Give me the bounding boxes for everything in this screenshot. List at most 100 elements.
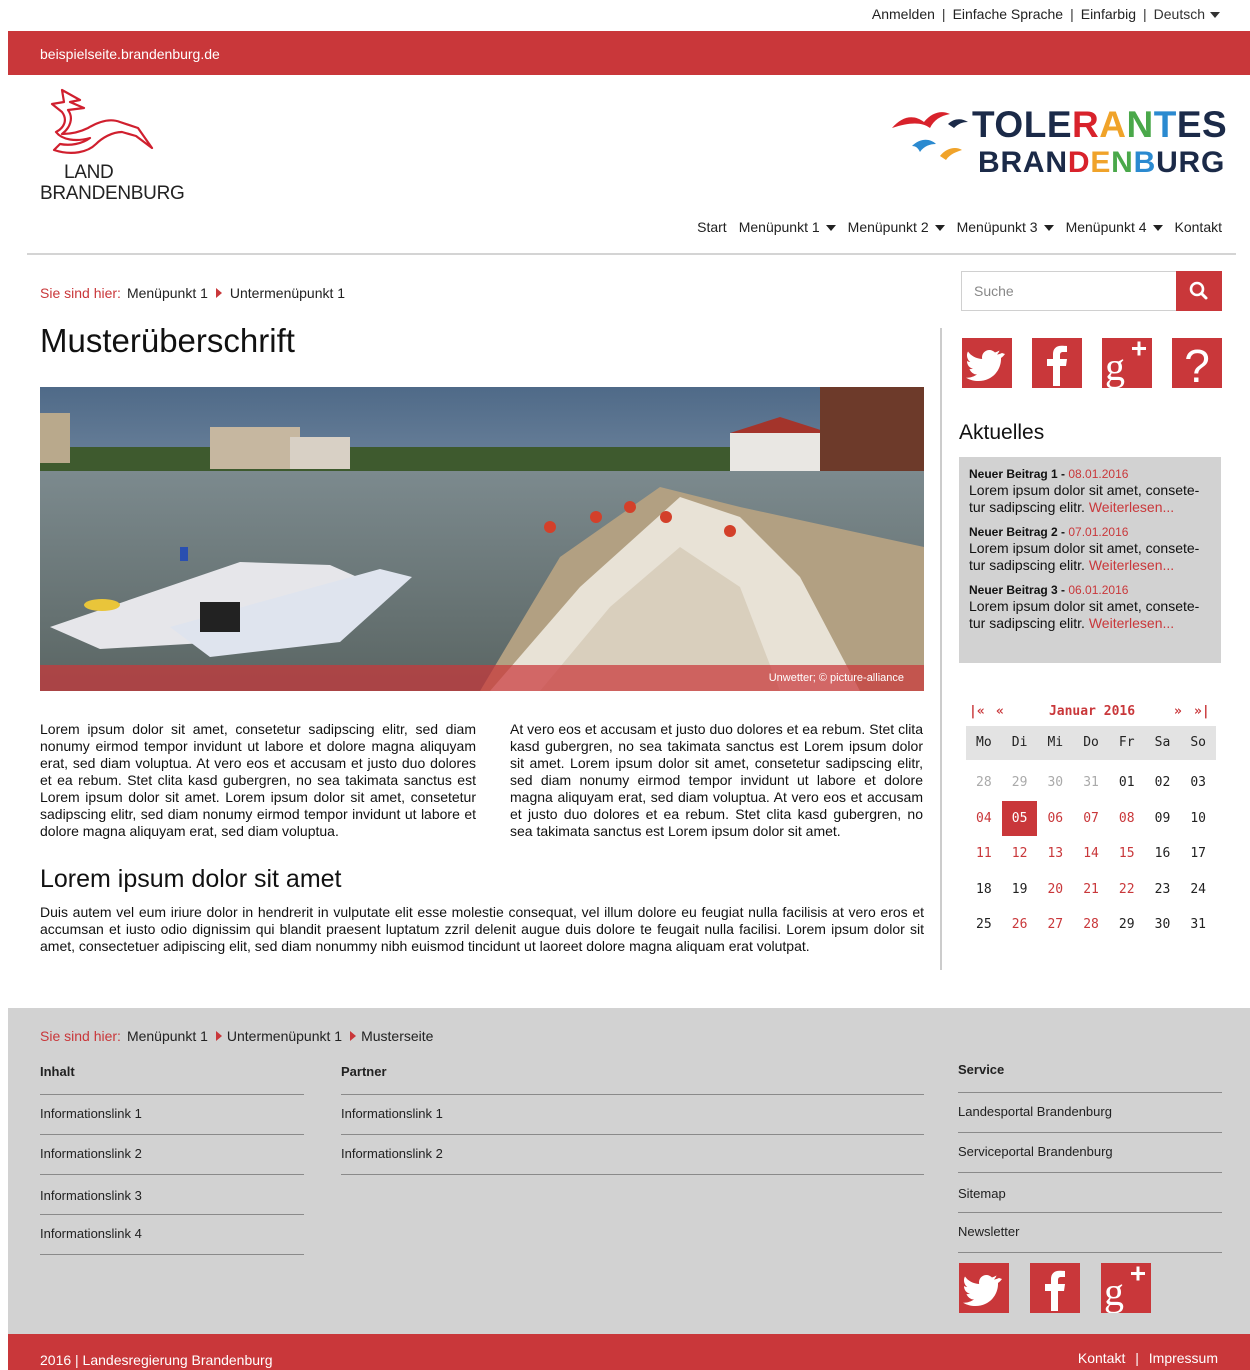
nav-contact[interactable]: Kontakt	[1175, 219, 1222, 235]
breadcrumb-item[interactable]: Untermenüpunkt 1	[230, 285, 345, 301]
footer-link[interactable]: Informationslink 3	[40, 1175, 304, 1214]
footer-column-service: Service Landesportal Brandenburg Service…	[958, 1062, 1222, 1253]
google-plus-button[interactable]: g	[1101, 1263, 1151, 1314]
read-more-link[interactable]: Weiterlesen...	[1089, 499, 1174, 515]
search-button[interactable]	[1176, 271, 1222, 311]
calendar-day[interactable]: 11	[966, 836, 1002, 872]
nav-item-label: Menüpunkt 2	[847, 219, 929, 235]
svg-text:g: g	[1105, 344, 1125, 388]
calendar-day[interactable]: 27	[1037, 907, 1073, 943]
nav-item-3[interactable]: Menüpunkt 3	[957, 219, 1054, 235]
imprint-link[interactable]: Impressum	[1149, 1350, 1218, 1366]
nav-item-4[interactable]: Menüpunkt 4	[1066, 219, 1163, 235]
calendar-day[interactable]: 22	[1109, 872, 1145, 908]
footer-link[interactable]: Informationslink 1	[341, 1095, 924, 1134]
calendar-day[interactable]: 28	[966, 765, 1002, 801]
nav-item-1[interactable]: Menüpunkt 1	[739, 219, 836, 235]
breadcrumb-item[interactable]: Musterseite	[361, 1028, 433, 1044]
calendar-day[interactable]: 13	[1037, 836, 1073, 872]
calendar-week-row: 04 05 06 07 08 09 10	[966, 800, 1216, 837]
hero-image: Unwetter; © picture-alliance	[40, 387, 924, 691]
search-input[interactable]	[962, 272, 1177, 310]
calendar-prev-button[interactable]: «	[996, 704, 1004, 719]
footer-link[interactable]: Serviceportal Brandenburg	[958, 1133, 1222, 1172]
google-plus-button[interactable]: g	[1102, 338, 1152, 389]
calendar-day[interactable]: 19	[1002, 872, 1038, 908]
calendar-day[interactable]: 26	[1002, 907, 1038, 943]
footer-link[interactable]: Informationslink 2	[40, 1135, 304, 1174]
calendar-day[interactable]: 31	[1073, 765, 1109, 801]
footer-column-title: Partner	[341, 1064, 387, 1079]
monochrome-link[interactable]: Einfarbig	[1081, 6, 1136, 22]
language-dropdown[interactable]: Deutsch	[1154, 6, 1220, 22]
calendar-day[interactable]: 25	[966, 907, 1002, 943]
breadcrumb-item[interactable]: Menüpunkt 1	[127, 285, 208, 301]
calendar-day[interactable]: 15	[1109, 836, 1145, 872]
site-domain[interactable]: beispielseite.brandenburg.de	[40, 46, 220, 62]
calendar-day[interactable]: 28	[1073, 907, 1109, 943]
calendar-day[interactable]: 02	[1145, 765, 1181, 801]
calendar-day[interactable]: 16	[1145, 836, 1181, 872]
calendar-week-row: 18 19 20 21 22 23 24	[966, 872, 1216, 908]
weekday-label: Fr	[1118, 735, 1135, 750]
divider	[958, 1252, 1222, 1253]
body-column-1: Lorem ipsum dolor sit amet, consetetur s…	[40, 721, 476, 839]
breadcrumb-item[interactable]: Menüpunkt 1	[127, 1028, 208, 1044]
contact-link[interactable]: Kontakt	[1078, 1350, 1125, 1366]
calendar-day[interactable]: 29	[1109, 907, 1145, 943]
calendar-day[interactable]: 14	[1073, 836, 1109, 872]
breadcrumb-arrow-icon	[215, 1031, 222, 1041]
footer-link[interactable]: Informationslink 4	[40, 1215, 304, 1254]
twitter-button[interactable]	[962, 338, 1012, 388]
calendar-day[interactable]: 30	[1037, 765, 1073, 801]
calendar-day[interactable]: 03	[1180, 765, 1216, 801]
calendar-next-button[interactable]: »	[1174, 704, 1182, 719]
tolerantes-brandenburg-logo[interactable]: TOLERANTES BRANDENBURG	[890, 100, 1227, 185]
news-item-title: Neuer Beitrag 2	[969, 525, 1058, 539]
calendar-day[interactable]: 21	[1073, 872, 1109, 908]
calendar-day[interactable]: 30	[1145, 907, 1181, 943]
nav-item-2[interactable]: Menüpunkt 2	[848, 219, 945, 235]
calendar-day[interactable]: 09	[1145, 801, 1181, 837]
land-brandenburg-logo[interactable]: LAND BRANDENBURG	[40, 88, 190, 204]
calendar-day[interactable]: 31	[1180, 907, 1216, 943]
read-more-link[interactable]: Weiterlesen...	[1089, 615, 1174, 631]
calendar-day[interactable]: 18	[966, 872, 1002, 908]
easy-language-link[interactable]: Einfache Sprache	[953, 6, 1064, 22]
facebook-button[interactable]	[1032, 338, 1082, 388]
news-item: Neuer Beitrag 3 - 06.01.2016 Lorem ipsum…	[969, 583, 1211, 632]
calendar-day[interactable]: 10	[1180, 801, 1216, 837]
facebook-button[interactable]	[1030, 1263, 1080, 1313]
calendar-day[interactable]: 17	[1180, 836, 1216, 872]
nav-start[interactable]: Start	[697, 219, 727, 235]
footer-link[interactable]: Landesportal Brandenburg	[958, 1093, 1222, 1132]
calendar-last-button[interactable]: »|	[1194, 704, 1210, 719]
footer-link[interactable]: Sitemap	[958, 1173, 1222, 1212]
calendar-day[interactable]: 12	[1002, 836, 1038, 872]
calendar-first-button[interactable]: |«	[969, 704, 985, 719]
calendar-week-row: 11 12 13 14 15 16 17	[966, 836, 1216, 872]
footer-link[interactable]: Informationslink 1	[40, 1095, 304, 1134]
land-logo-line2: BRANDENBURG	[40, 183, 185, 204]
footer-link[interactable]: Informationslink 2	[341, 1135, 924, 1174]
calendar-day[interactable]: 23	[1145, 872, 1181, 908]
help-button[interactable]: ?	[1172, 338, 1222, 392]
twitter-button[interactable]	[959, 1263, 1009, 1313]
calendar-day[interactable]: 04	[966, 801, 1002, 837]
login-link[interactable]: Anmelden	[872, 6, 935, 22]
calendar-day[interactable]: 07	[1073, 801, 1109, 837]
breadcrumb-label: Sie sind hier:	[40, 285, 121, 301]
breadcrumb-item[interactable]: Untermenüpunkt 1	[227, 1028, 342, 1044]
nav-item-label: Menüpunkt 4	[1065, 219, 1147, 235]
read-more-link[interactable]: Weiterlesen...	[1089, 557, 1174, 573]
calendar-day[interactable]: 06	[1037, 801, 1073, 837]
calendar-day-selected[interactable]: 05	[1001, 800, 1038, 837]
calendar-day[interactable]: 20	[1037, 872, 1073, 908]
calendar-day[interactable]: 29	[1002, 765, 1038, 801]
footer-link[interactable]: Newsletter	[958, 1213, 1222, 1252]
calendar-day[interactable]: 01	[1109, 765, 1145, 801]
news-item-body: Lorem ipsum dolor sit amet, consete-tur …	[969, 598, 1211, 632]
calendar-day[interactable]: 08	[1109, 801, 1145, 837]
weekday-label: Sa	[1154, 735, 1171, 750]
calendar-day[interactable]: 24	[1180, 872, 1216, 908]
